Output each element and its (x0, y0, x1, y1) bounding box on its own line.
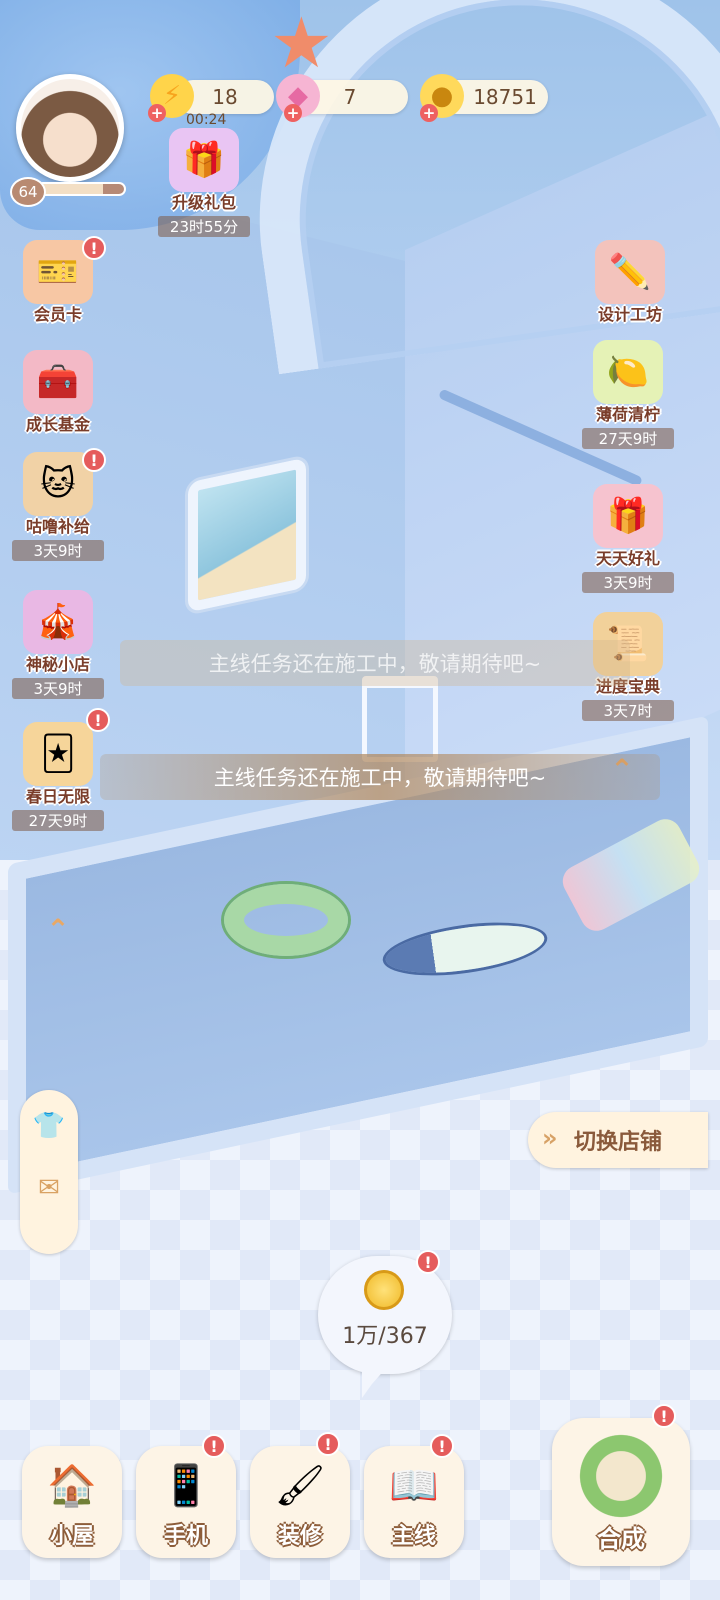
mint-lemon-timer: 27天9时 (582, 428, 674, 449)
mail-icon[interactable]: ✉ (29, 1168, 69, 1208)
double-arrow-icon: » (542, 1124, 558, 1152)
level-progress-fill (38, 184, 103, 194)
notification-badge: ! (316, 1432, 340, 1456)
gulu-supply[interactable]: 🐱 咕噜补给 3天9时 ! (10, 448, 106, 561)
ruler-pencil-icon: ✏️ (595, 240, 665, 304)
design-workshop[interactable]: ✏️ 设计工坊 (582, 240, 678, 326)
notification-badge: ! (86, 708, 110, 732)
upgrade-gift-pack[interactable]: 🎁 升级礼包 23时55分 (156, 128, 252, 237)
coin-value: 18751 (473, 85, 537, 109)
nav-cottage-button[interactable]: 🏠 小屋 (22, 1446, 122, 1558)
mystery-shop[interactable]: 🎪 神秘小店 3天9时 (10, 590, 106, 699)
daily-gift[interactable]: 🎁 天天好礼 3天9时 (580, 484, 676, 593)
spring-unlimited-label: 春日无限 (25, 787, 90, 806)
switch-shop-label: 切换店铺 (574, 1130, 663, 1155)
level-progress-bar (36, 182, 126, 196)
gem-value: 7 (343, 85, 357, 109)
nav-decorate-label: 装修 (277, 1524, 322, 1549)
spring-cards-icon: 🃏 (23, 722, 93, 786)
gulu-supply-timer: 3天9时 (12, 540, 104, 561)
mystery-shop-timer: 3天9时 (12, 678, 104, 699)
daily-gift-timer: 3天9时 (582, 572, 674, 593)
nav-decorate-button[interactable]: 🖌 装修 ! (250, 1432, 350, 1558)
energy-timer: 00:24 (186, 112, 227, 128)
switch-shop-button[interactable]: » 切换店铺 (528, 1112, 708, 1168)
energy-value: 18 (212, 85, 238, 109)
teacup-icon (568, 1430, 674, 1522)
collapse-left-icons-button[interactable]: ⌃ (38, 912, 78, 946)
mystery-chest-icon: 🎪 (23, 590, 93, 654)
phone-icon: 📱 (161, 1462, 211, 1509)
add-coins-button[interactable]: + (420, 104, 438, 122)
coin-collect-value: 1万/367 (342, 1324, 428, 1349)
quest-toast: 主线任务还在施工中，敬请期待吧~ (100, 754, 660, 800)
nav-cottage-label: 小屋 (49, 1524, 94, 1549)
lifeguard-stand (362, 676, 438, 762)
swim-ring (224, 884, 348, 956)
upgrade-gift-timer: 23时55分 (158, 216, 250, 237)
nav-merge-label: 合成 (597, 1525, 645, 1553)
nav-main-quest-label: 主线 (391, 1524, 436, 1549)
outfit-icon[interactable]: 👕 (29, 1106, 69, 1146)
player-avatar[interactable] (16, 74, 124, 182)
growth-fund-label: 成长基金 (25, 415, 90, 434)
nav-main-quest-button[interactable]: 📖 主线 ! (364, 1434, 464, 1558)
left-tool-panel: 👕 ✉ (20, 1090, 78, 1254)
mint-lemon-label: 薄荷清柠 (595, 405, 660, 424)
paint-brush-icon: 🖌 (274, 1462, 326, 1509)
nav-merge-button[interactable]: 合成 ! (552, 1404, 690, 1566)
starfish-decoration: ★ (270, 2, 333, 84)
house-icon: 🏠 (47, 1462, 97, 1509)
quest-book-icon: 📖 (389, 1462, 439, 1509)
growth-fund[interactable]: 🧰 成长基金 (10, 350, 106, 436)
lemon-icon: 🍋 (593, 340, 663, 404)
notification-badge: ! (82, 448, 106, 472)
upgrade-gift-label: 升级礼包 (171, 193, 236, 212)
spring-unlimited[interactable]: 🃏 春日无限 27天9时 ! (10, 708, 110, 831)
nav-phone-button[interactable]: 📱 手机 ! (136, 1434, 236, 1558)
member-card-label: 会员卡 (33, 305, 82, 324)
member-card[interactable]: 🎫 会员卡 ! (10, 236, 106, 326)
add-energy-button[interactable]: + (148, 104, 166, 122)
gift-box-icon: 🎁 (169, 128, 239, 192)
coin-icon (364, 1270, 404, 1310)
beach-picture-frame (188, 457, 306, 613)
progress-guide-timer: 3天7时 (582, 700, 674, 721)
coin-collect-bubble[interactable]: 1万/367 ! (318, 1250, 452, 1398)
gulu-supply-label: 咕噜补给 (25, 517, 90, 536)
mint-lemon-event[interactable]: 🍋 薄荷清柠 27天9时 (580, 340, 676, 449)
design-workshop-label: 设计工坊 (597, 305, 662, 324)
player-level: 64 (10, 177, 46, 207)
notification-badge: ! (430, 1434, 454, 1458)
pink-gift-icon: 🎁 (593, 484, 663, 548)
spring-unlimited-timer: 27天9时 (12, 810, 104, 831)
notification-badge: ! (416, 1250, 440, 1274)
notification-badge: ! (202, 1434, 226, 1458)
nav-phone-label: 手机 (163, 1524, 208, 1549)
treasure-chest-icon: 🧰 (23, 350, 93, 414)
add-gems-button[interactable]: + (284, 104, 302, 122)
notification-badge: ! (652, 1404, 676, 1428)
quest-toast-fading: 主线任务还在施工中，敬请期待吧~ (120, 640, 630, 686)
daily-gift-label: 天天好礼 (595, 549, 660, 568)
mystery-shop-label: 神秘小店 (25, 655, 90, 674)
notification-badge: ! (82, 236, 106, 260)
